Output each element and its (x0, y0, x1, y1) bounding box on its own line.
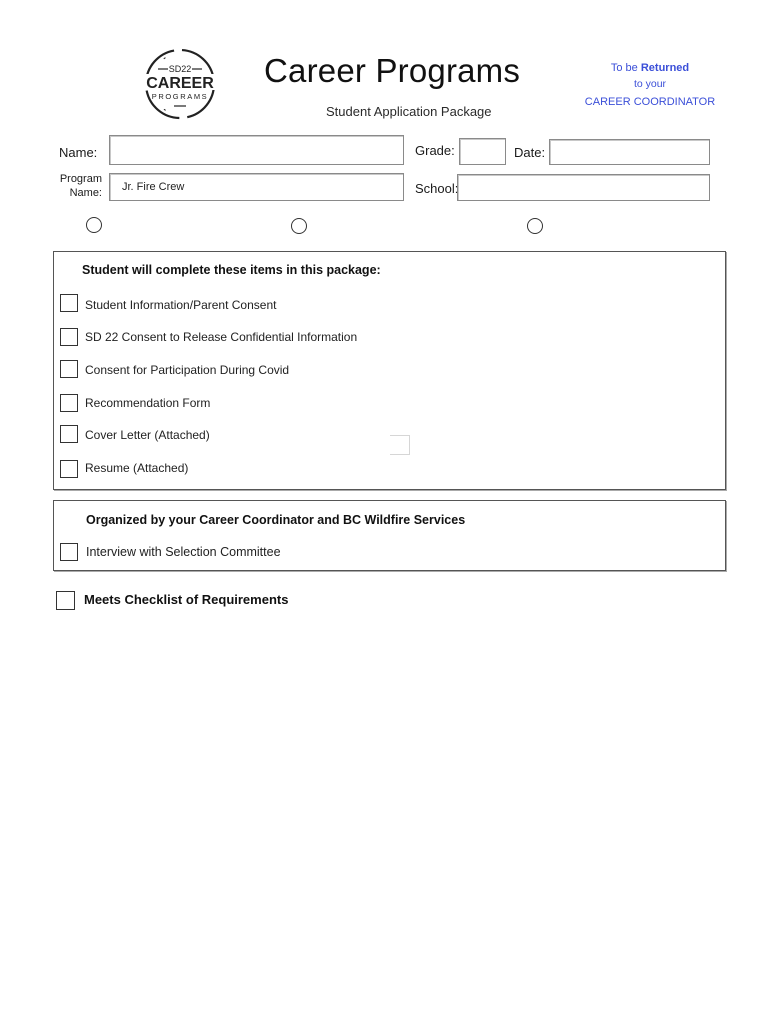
school-input[interactable] (457, 174, 710, 201)
meets-requirements-label: Meets Checklist of Requirements (84, 592, 289, 607)
date-input[interactable] (549, 139, 710, 165)
program-name-label-line2: Name: (69, 187, 102, 199)
sd22-career-programs-logo: SD22 CAREER PROGRAMS (136, 46, 224, 122)
program-name-label-line1: Program (59, 173, 102, 185)
checkbox-label: SD 22 Consent to Release Confidential In… (85, 330, 358, 344)
page-title: Career Programs (264, 52, 521, 89)
name-input[interactable] (109, 135, 404, 165)
return-note-emphasis: Returned (640, 62, 690, 74)
checkbox-resume[interactable] (60, 460, 78, 478)
checkbox-label: Interview with Selection Committee (86, 545, 281, 559)
checkbox-covid-consent[interactable] (60, 360, 78, 378)
checkbox-label: Consent for Participation During Covid (85, 363, 290, 377)
logo-programs: PROGRAMS (152, 92, 209, 101)
grade-label: Grade: (415, 143, 455, 158)
coordinator-section-title: Organized by your Career Coordinator and… (86, 513, 466, 527)
return-note-line3: CAREER COORDINATOR (584, 96, 716, 108)
page-subtitle: Student Application Package (326, 104, 492, 119)
program-name-label: Program Name: (52, 172, 102, 200)
return-note: To be Returned to your CAREER COORDINATO… (580, 60, 720, 110)
date-label: Date: (514, 145, 546, 160)
logo-sd22: SD22 (169, 64, 192, 74)
checkbox-label: Cover Letter (Attached) (85, 428, 210, 442)
logo-emblem-icon: SD22 CAREER PROGRAMS (140, 48, 220, 120)
radio-option-3[interactable] (527, 218, 543, 234)
student-section-title: Student will complete these items in thi… (82, 263, 381, 277)
checkbox-interview[interactable] (60, 543, 78, 561)
return-note-line2: to your (633, 78, 667, 90)
grade-input[interactable] (459, 138, 506, 165)
school-label: School: (415, 181, 459, 196)
coordinator-items-section (53, 500, 726, 571)
checkbox-label: Recommendation Form (85, 396, 211, 410)
return-note-prefix: To be (610, 62, 641, 74)
name-label: Name: (59, 145, 98, 160)
hidden-field-outline[interactable] (390, 435, 410, 455)
checkbox-meets-requirements[interactable] (56, 591, 75, 610)
checkbox-recommendation-form[interactable] (60, 394, 78, 412)
checkbox-sd22-consent[interactable] (60, 328, 78, 346)
checkbox-cover-letter[interactable] (60, 425, 78, 443)
checkbox-label: Resume (Attached) (85, 461, 189, 475)
program-name-input[interactable]: Jr. Fire Crew (109, 173, 404, 201)
radio-option-1[interactable] (86, 217, 102, 233)
checkbox-student-info[interactable] (60, 294, 78, 312)
logo-career: CAREER (146, 75, 214, 92)
radio-option-2[interactable] (291, 218, 307, 234)
checkbox-label: Student Information/Parent Consent (85, 298, 277, 312)
